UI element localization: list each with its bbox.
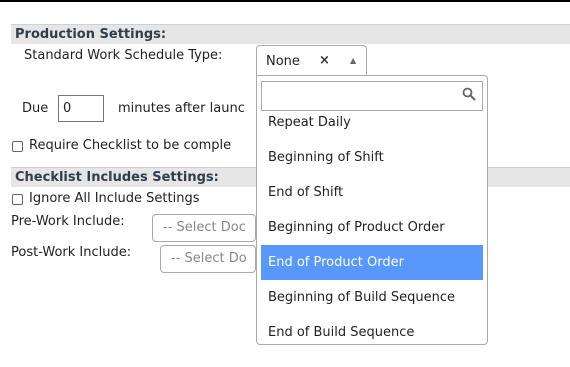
postwork-placeholder: -- Select Do (171, 251, 247, 266)
dropdown-option[interactable]: Beginning of Product Order (261, 210, 483, 245)
search-icon (462, 87, 476, 101)
dropdown-option[interactable]: End of Build Sequence (261, 315, 483, 344)
ignore-include-checkbox[interactable] (12, 194, 23, 205)
dropdown-search-input[interactable] (261, 81, 483, 111)
dropdown-options-list[interactable]: Repeat Daily Beginning of Shift End of Shi… (261, 116, 483, 344)
prework-include-label: Pre-Work Include: (11, 214, 125, 229)
schedule-type-value: None (266, 54, 300, 69)
prework-include-select[interactable]: -- Select Doc (152, 214, 256, 242)
require-checklist-checkbox[interactable] (12, 141, 23, 152)
postwork-include-select[interactable]: -- Select Do (160, 245, 256, 273)
production-settings-header: Production Settings: (11, 24, 570, 44)
due-label: Due (22, 101, 49, 116)
dropdown-option[interactable]: Beginning of Shift (261, 140, 483, 175)
dropdown-option[interactable]: End of Shift (261, 175, 483, 210)
dropdown-option[interactable]: Repeat Daily (261, 116, 483, 140)
schedule-type-label: Standard Work Schedule Type: (24, 48, 223, 63)
prework-placeholder: -- Select Doc (163, 220, 246, 235)
clear-selection-icon[interactable]: × (319, 53, 330, 68)
schedule-type-dropdown: Repeat Daily Beginning of Shift End of Shi… (256, 75, 488, 345)
require-checklist-label: Require Checklist to be comple (29, 138, 232, 153)
chevron-up-icon[interactable]: ▲ (350, 56, 356, 65)
window-top-edge (0, 0, 570, 2)
ignore-include-label: Ignore All Include Settings (29, 191, 200, 206)
due-minutes-input[interactable] (58, 95, 104, 122)
dropdown-option[interactable]: End of Product Order (261, 245, 483, 280)
dropdown-option[interactable]: Beginning of Build Sequence (261, 280, 483, 315)
due-suffix-label: minutes after launc (118, 101, 245, 116)
schedule-type-select[interactable]: None × ▲ (256, 45, 367, 76)
postwork-include-label: Post-Work Include: (11, 245, 132, 260)
